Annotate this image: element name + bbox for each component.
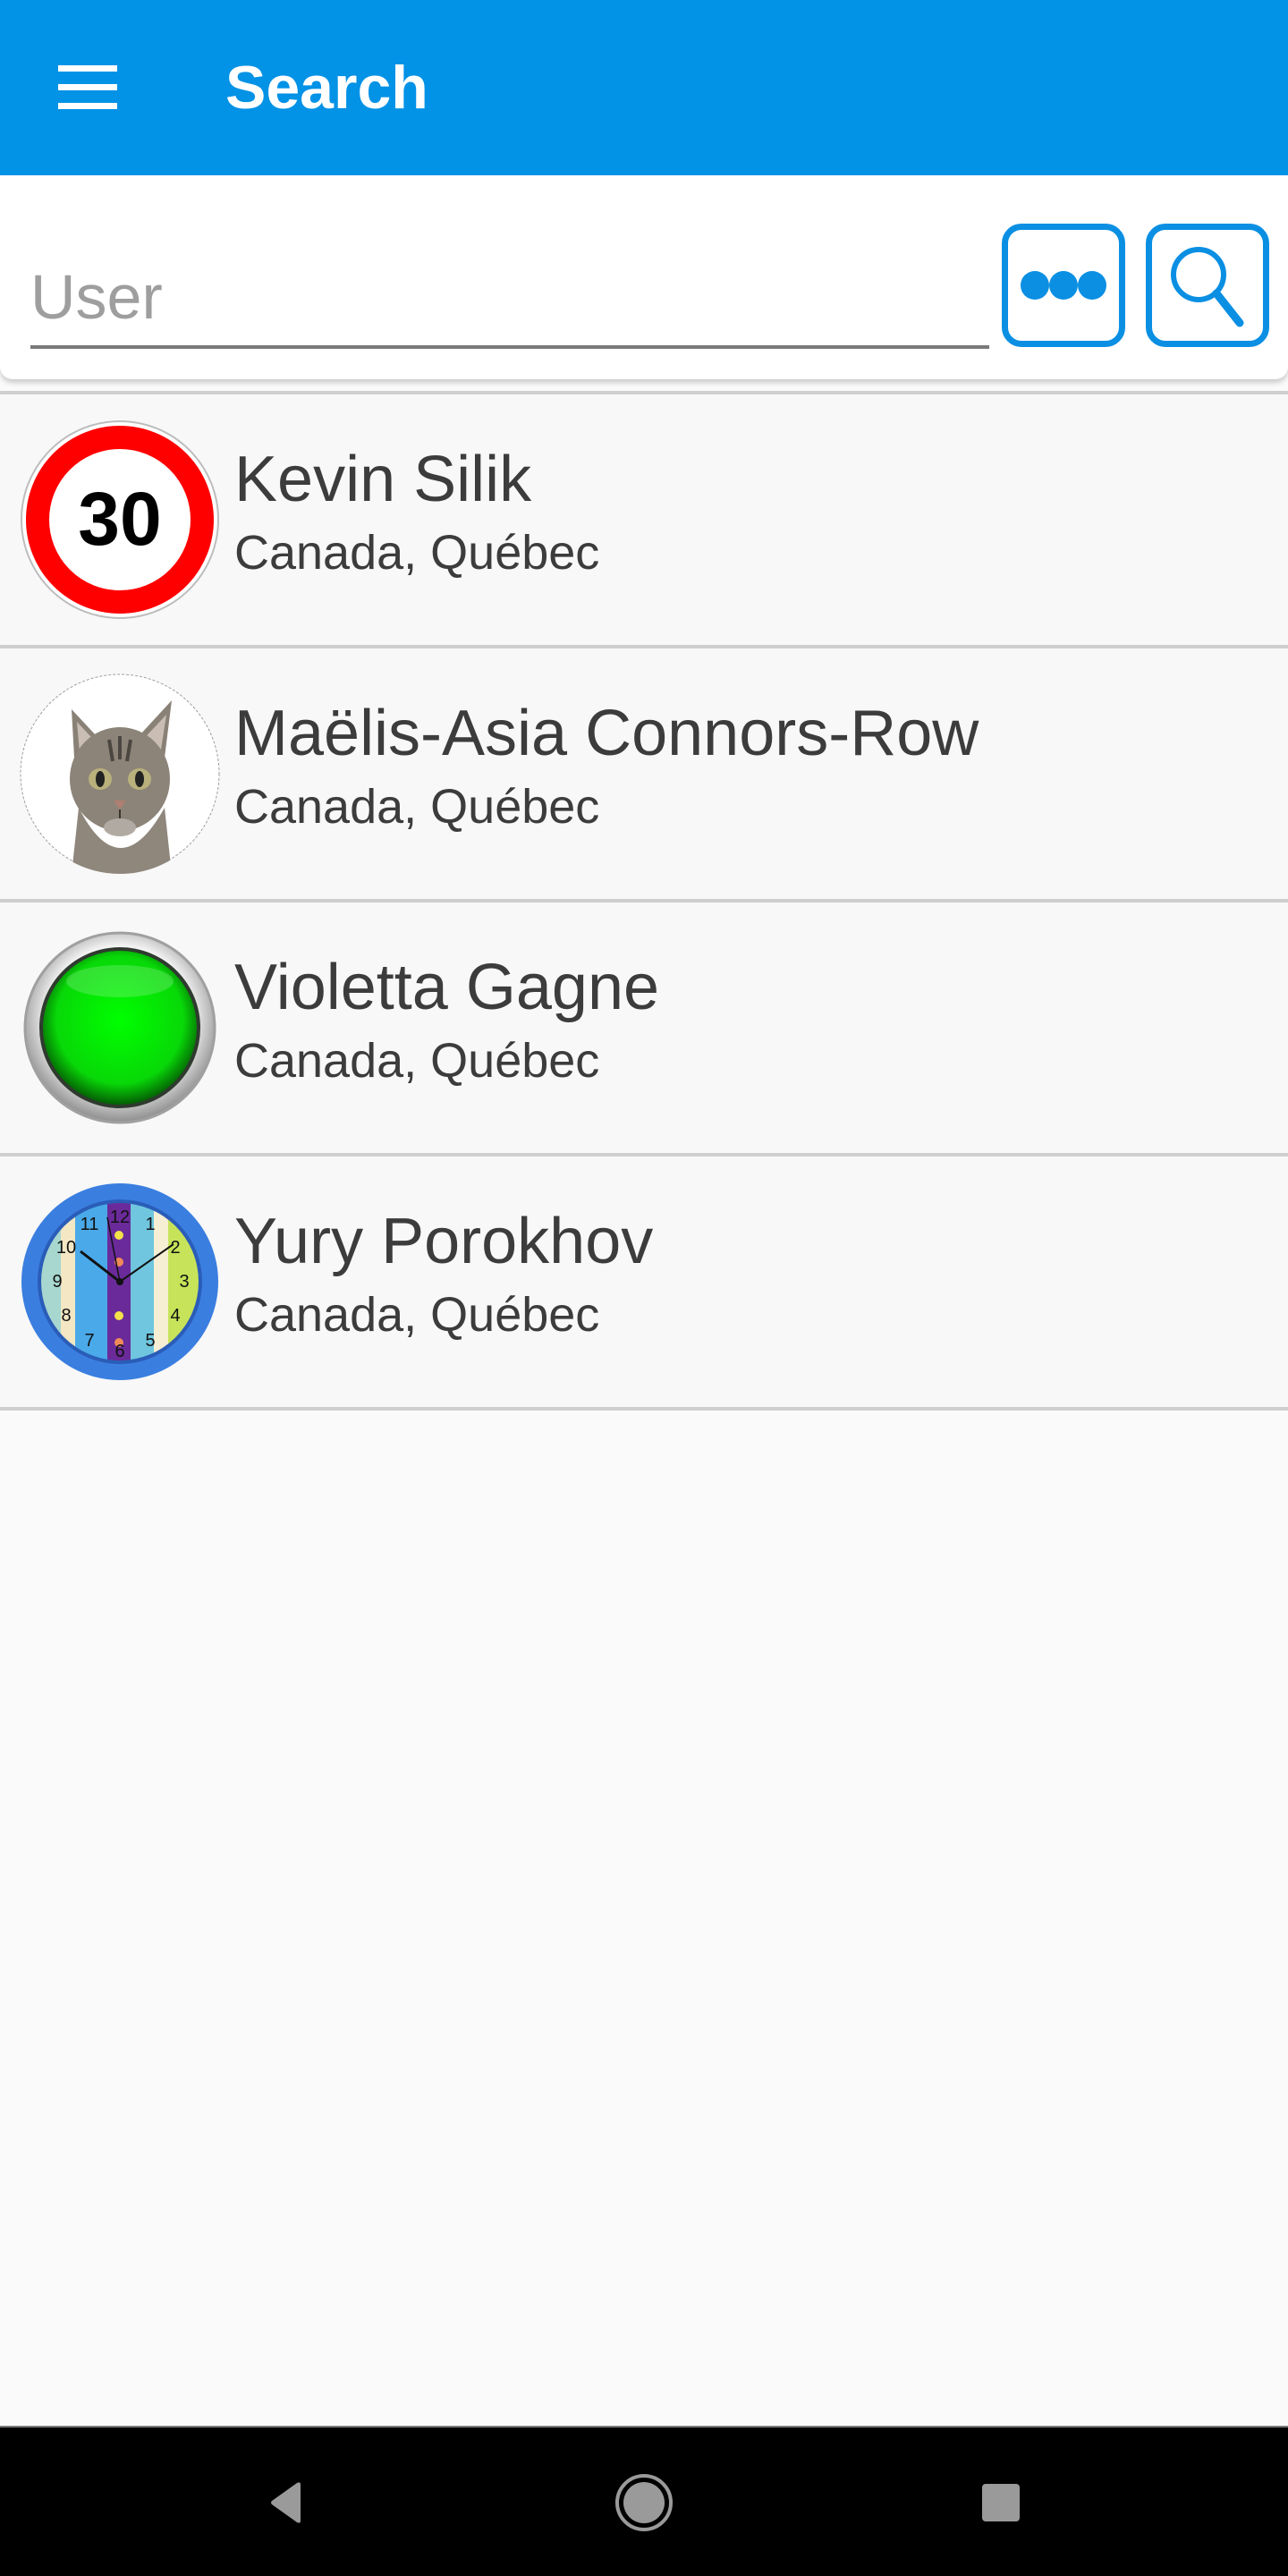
cat-photo-icon <box>20 674 220 874</box>
recents-square-icon <box>982 2484 1020 2521</box>
user-name: Yury Porokhov <box>234 1206 654 1277</box>
page-title: Search <box>225 54 428 122</box>
avatar: 30 <box>20 419 220 620</box>
home-circle-icon <box>615 2474 673 2531</box>
user-search-input[interactable] <box>30 252 989 349</box>
back-button[interactable] <box>242 2458 331 2547</box>
user-location: Canada, Québec <box>234 780 600 834</box>
svg-text:10: 10 <box>56 1238 76 1258</box>
user-results-list: 30 Kevin Silik Canada, Québec Maëlis-Asi… <box>0 394 1288 1411</box>
avatar <box>20 928 220 1128</box>
user-list-item[interactable]: 12 1 2 3 4 5 6 7 8 9 10 11 Yury Porokhov… <box>0 1157 1288 1411</box>
speed-limit-number: 30 <box>78 477 161 561</box>
more-dots-icon <box>1021 271 1106 300</box>
back-triangle-icon <box>271 2482 301 2523</box>
menu-button[interactable] <box>45 45 131 131</box>
avatar: 12 1 2 3 4 5 6 7 8 9 10 11 <box>20 1182 220 1382</box>
magnifier-icon <box>1171 247 1244 327</box>
user-location: Canada, Québec <box>234 526 600 580</box>
svg-text:7: 7 <box>84 1331 94 1351</box>
svg-text:8: 8 <box>61 1306 71 1326</box>
avatar <box>20 674 220 874</box>
svg-text:12: 12 <box>110 1208 130 1227</box>
svg-text:9: 9 <box>52 1272 62 1292</box>
svg-text:11: 11 <box>80 1215 99 1234</box>
app-bar: Search <box>0 0 1288 175</box>
user-location: Canada, Québec <box>234 1034 600 1088</box>
wall-clock-icon: 12 1 2 3 4 5 6 7 8 9 10 11 <box>21 1183 218 1380</box>
svg-text:6: 6 <box>114 1342 124 1361</box>
svg-text:5: 5 <box>145 1331 155 1351</box>
recents-button[interactable] <box>955 2458 1045 2547</box>
user-list-item[interactable]: Maëlis-Asia Connors-Row Canada, Québec <box>0 648 1288 902</box>
home-button[interactable] <box>599 2458 689 2547</box>
svg-text:3: 3 <box>179 1272 189 1292</box>
green-button-icon <box>23 931 216 1124</box>
user-list-item[interactable]: 30 Kevin Silik Canada, Québec <box>0 394 1288 648</box>
system-navigation-bar <box>0 2426 1288 2576</box>
svg-text:1: 1 <box>145 1215 155 1234</box>
user-list-item[interactable]: Violetta Gagne Canada, Québec <box>0 902 1288 1157</box>
user-name: Kevin Silik <box>234 444 532 515</box>
user-name: Violetta Gagne <box>234 952 660 1023</box>
svg-text:4: 4 <box>170 1306 180 1326</box>
more-options-button[interactable] <box>1002 224 1125 347</box>
svg-text:2: 2 <box>170 1238 180 1258</box>
user-location: Canada, Québec <box>234 1288 600 1342</box>
user-name: Maëlis-Asia Connors-Row <box>234 698 979 769</box>
speed-limit-sign-icon: 30 <box>21 420 219 619</box>
search-card <box>0 175 1288 379</box>
search-button[interactable] <box>1146 224 1269 347</box>
